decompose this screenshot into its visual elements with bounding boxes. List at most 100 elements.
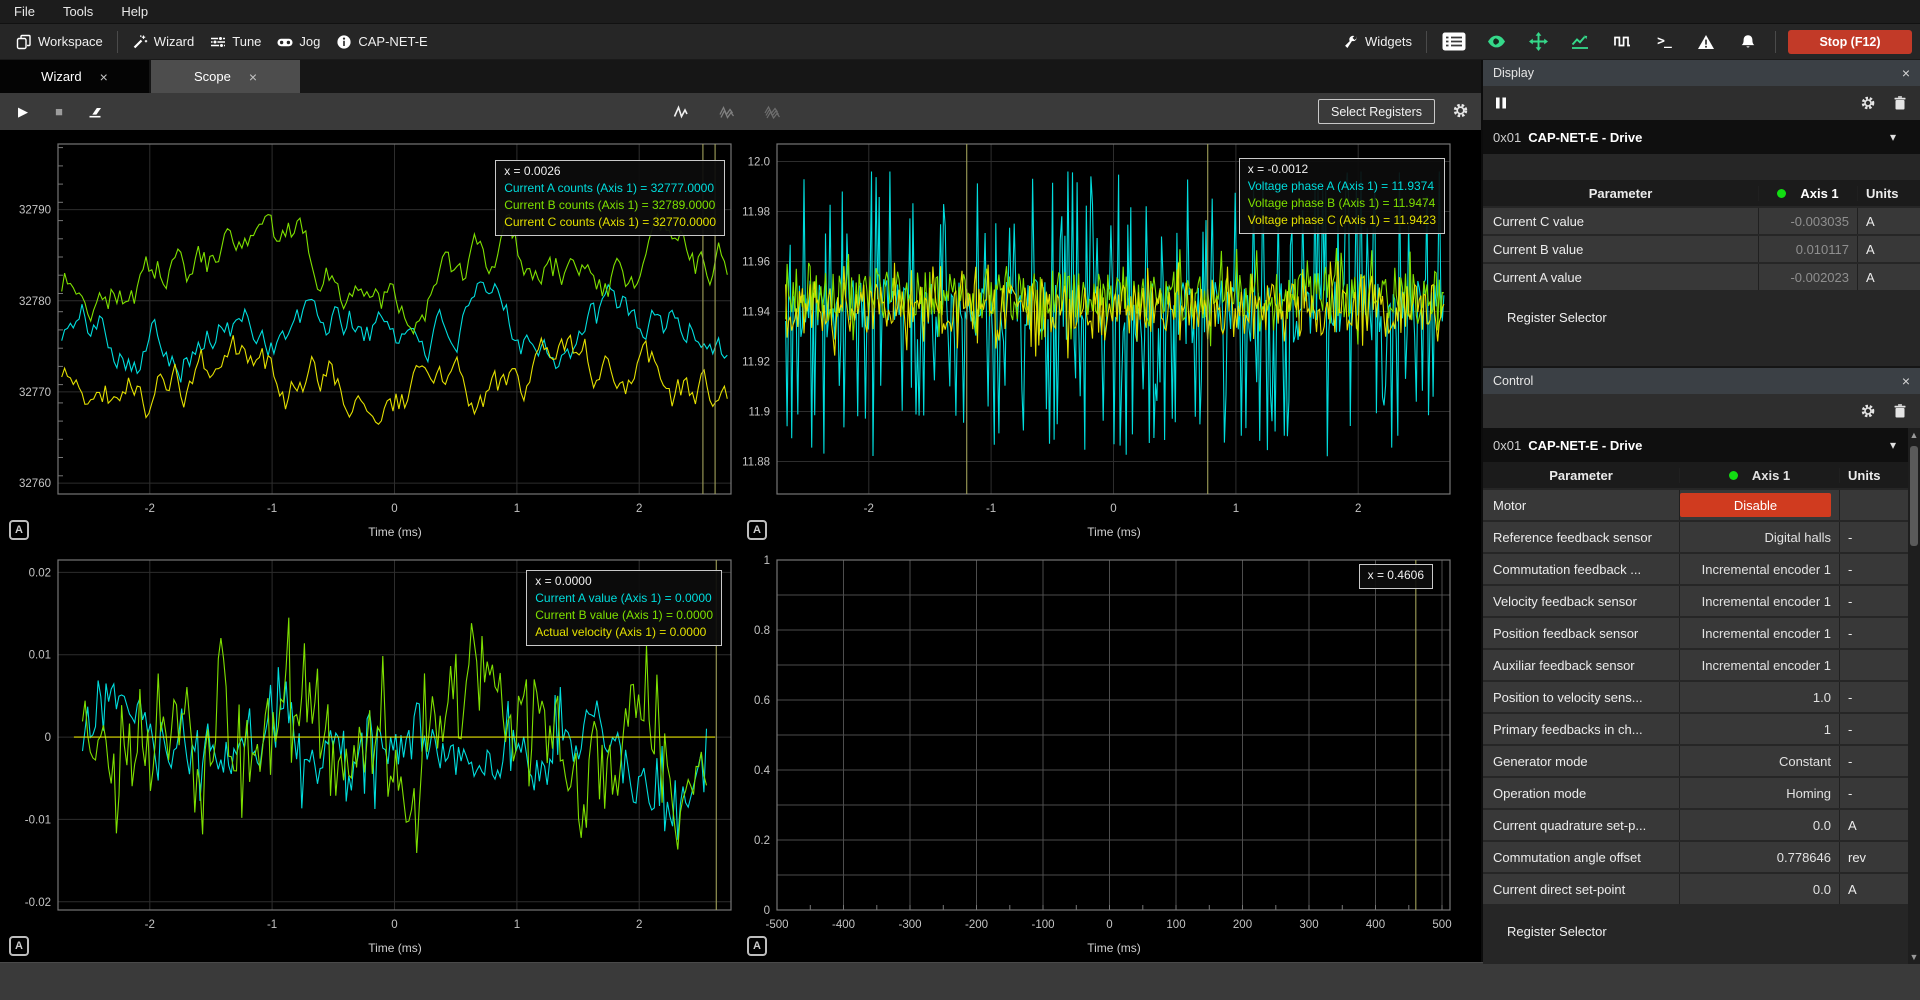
move-tool-icon[interactable] bbox=[1523, 29, 1553, 55]
tune-button[interactable]: Tune bbox=[202, 30, 269, 54]
svg-text:300: 300 bbox=[1299, 919, 1318, 931]
svg-text:Time (ms): Time (ms) bbox=[1087, 941, 1141, 955]
param-value[interactable]: 1.0 bbox=[1679, 682, 1840, 712]
param-value[interactable]: Homing bbox=[1679, 778, 1840, 808]
svg-text:-1: -1 bbox=[986, 503, 996, 515]
svg-text:-500: -500 bbox=[765, 919, 788, 931]
param-value[interactable]: Constant bbox=[1679, 746, 1840, 776]
tooltip-series-value: Current B value (Axis 1) = 0.0000 bbox=[535, 607, 713, 624]
tooltip-series-value: Current A counts (Axis 1) = 32777.0000 bbox=[504, 180, 716, 197]
svg-text:-2: -2 bbox=[864, 503, 874, 515]
param-value[interactable]: Incremental encoder 1 bbox=[1679, 554, 1840, 584]
param-label: Current direct set-point bbox=[1483, 874, 1679, 904]
autoscale-button[interactable]: A bbox=[9, 936, 29, 956]
control-panel-title-bar: Control × bbox=[1483, 368, 1920, 394]
table-row: Position to velocity sens...1.0- bbox=[1483, 682, 1920, 712]
trash-icon[interactable] bbox=[1892, 403, 1908, 419]
sliders-icon bbox=[210, 34, 226, 50]
gear-icon[interactable] bbox=[1860, 403, 1876, 419]
widgets-button[interactable]: Widgets bbox=[1335, 30, 1420, 54]
param-value[interactable]: 0.0 bbox=[1679, 810, 1840, 840]
autoscale-button[interactable]: A bbox=[747, 936, 767, 956]
pause-icon[interactable] bbox=[1495, 96, 1508, 110]
close-icon[interactable]: × bbox=[249, 69, 257, 85]
wizard-button[interactable]: Wizard bbox=[124, 30, 202, 54]
scroll-up-icon[interactable]: ▲ bbox=[1908, 428, 1920, 442]
jog-button[interactable]: Jog bbox=[269, 30, 328, 54]
dual-signal-icon[interactable] bbox=[714, 100, 740, 124]
chart-empty-pane[interactable]: 00.20.40.60.81-500-400-300-200-100010020… bbox=[738, 546, 1481, 962]
param-units bbox=[1840, 650, 1848, 680]
toolbar-separator bbox=[1775, 31, 1776, 53]
control-device-selector[interactable]: 0x01 CAP-NET-E - Drive ▾ bbox=[1483, 428, 1920, 462]
svg-text:0: 0 bbox=[391, 919, 397, 931]
device-info-label: CAP-NET-E bbox=[358, 34, 427, 49]
register-table-icon[interactable] bbox=[1439, 29, 1469, 55]
param-value[interactable]: 0.778646 bbox=[1679, 842, 1840, 872]
motor-disable-button[interactable]: Disable bbox=[1680, 493, 1831, 517]
select-registers-button[interactable]: Select Registers bbox=[1318, 99, 1435, 124]
register-selector-link[interactable]: Register Selector bbox=[1483, 914, 1920, 948]
clear-eraser-button[interactable] bbox=[82, 100, 108, 124]
play-button[interactable]: ▶ bbox=[10, 100, 36, 124]
param-value[interactable]: Incremental encoder 1 bbox=[1679, 586, 1840, 616]
units-header: Units bbox=[1840, 468, 1881, 483]
svg-text:11.94: 11.94 bbox=[742, 307, 771, 319]
display-device-selector[interactable]: 0x01 CAP-NET-E - Drive ▾ bbox=[1483, 120, 1920, 154]
single-signal-icon[interactable] bbox=[668, 100, 694, 124]
warning-icon[interactable] bbox=[1691, 29, 1721, 55]
vertical-scrollbar[interactable]: ▲ ▼ bbox=[1908, 428, 1920, 964]
tooltip-x-value: x = 0.4606 bbox=[1368, 567, 1424, 584]
param-value: 0.010117 bbox=[1758, 236, 1858, 262]
device-address: 0x01 bbox=[1493, 438, 1521, 453]
menubar: File Tools Help bbox=[0, 0, 1920, 24]
monitor-eye-icon[interactable] bbox=[1481, 29, 1511, 55]
chart-current-values[interactable]: -0.02-0.0100.010.02-2-1012Time (ms)Ax = … bbox=[0, 546, 738, 962]
autoscale-button[interactable]: A bbox=[9, 520, 29, 540]
close-icon[interactable]: × bbox=[1902, 373, 1910, 389]
autoscale-button[interactable]: A bbox=[747, 520, 767, 540]
scroll-down-icon[interactable]: ▼ bbox=[1908, 950, 1920, 964]
scope-chart-icon[interactable] bbox=[1565, 29, 1595, 55]
widgets-sidebar: Display × 0x01 CAP-NET-E - Drive ▾ Param… bbox=[1481, 60, 1920, 962]
tooltip-series-value: Voltage phase A (Axis 1) = 11.9374 bbox=[1248, 178, 1436, 195]
device-info-button[interactable]: CAP-NET-E bbox=[328, 30, 435, 54]
gear-icon[interactable] bbox=[1860, 95, 1876, 111]
param-value[interactable]: Disable bbox=[1679, 490, 1840, 520]
stop-button[interactable]: Stop (F12) bbox=[1788, 30, 1912, 54]
param-value[interactable]: Incremental encoder 1 bbox=[1679, 650, 1840, 680]
table-row: Current direct set-point0.0A bbox=[1483, 874, 1920, 904]
chart-current-counts[interactable]: 32760327703278032790-2-1012Time (ms)Ax =… bbox=[0, 130, 738, 546]
multi-signal-icon[interactable] bbox=[760, 100, 786, 124]
param-value[interactable]: 1 bbox=[1679, 714, 1840, 744]
register-selector-link[interactable]: Register Selector bbox=[1483, 300, 1920, 334]
bell-icon[interactable] bbox=[1733, 29, 1763, 55]
menu-help[interactable]: Help bbox=[121, 4, 148, 19]
close-icon[interactable]: × bbox=[100, 69, 108, 85]
svg-text:1: 1 bbox=[514, 919, 520, 931]
param-value[interactable]: Incremental encoder 1 bbox=[1679, 618, 1840, 648]
menu-file[interactable]: File bbox=[14, 4, 35, 19]
tooltip-series-value: Current A value (Axis 1) = 0.0000 bbox=[535, 590, 713, 607]
menu-tools[interactable]: Tools bbox=[63, 4, 93, 19]
param-units: - bbox=[1840, 618, 1852, 648]
device-name: CAP-NET-E - Drive bbox=[1528, 130, 1642, 145]
close-icon[interactable]: × bbox=[1902, 65, 1910, 81]
param-value[interactable]: 0.0 bbox=[1679, 874, 1840, 904]
trash-icon[interactable] bbox=[1892, 95, 1908, 111]
terminal-icon[interactable]: >_ bbox=[1649, 29, 1679, 55]
control-table-header: Parameter Axis 1 Units bbox=[1483, 462, 1920, 488]
workspace-button[interactable]: Workspace bbox=[8, 30, 111, 54]
cursor-tooltip: x = -0.0012Voltage phase A (Axis 1) = 11… bbox=[1239, 158, 1445, 234]
chart-voltage-phases[interactable]: 11.8811.911.9211.9411.9611.9812.0-2-1012… bbox=[738, 130, 1481, 546]
svg-text:11.96: 11.96 bbox=[742, 257, 770, 269]
tab-wizard[interactable]: Wizard × bbox=[0, 60, 149, 93]
tab-scope[interactable]: Scope × bbox=[151, 60, 300, 93]
param-value[interactable]: Digital halls bbox=[1679, 522, 1840, 552]
scope-settings-gear-icon[interactable] bbox=[1452, 102, 1469, 119]
param-label: Commutation angle offset bbox=[1483, 842, 1679, 872]
scrollbar-thumb[interactable] bbox=[1910, 446, 1918, 546]
svg-text:400: 400 bbox=[1366, 919, 1385, 931]
square-wave-icon[interactable] bbox=[1607, 29, 1637, 55]
stop-capture-button[interactable]: ■ bbox=[46, 100, 72, 124]
